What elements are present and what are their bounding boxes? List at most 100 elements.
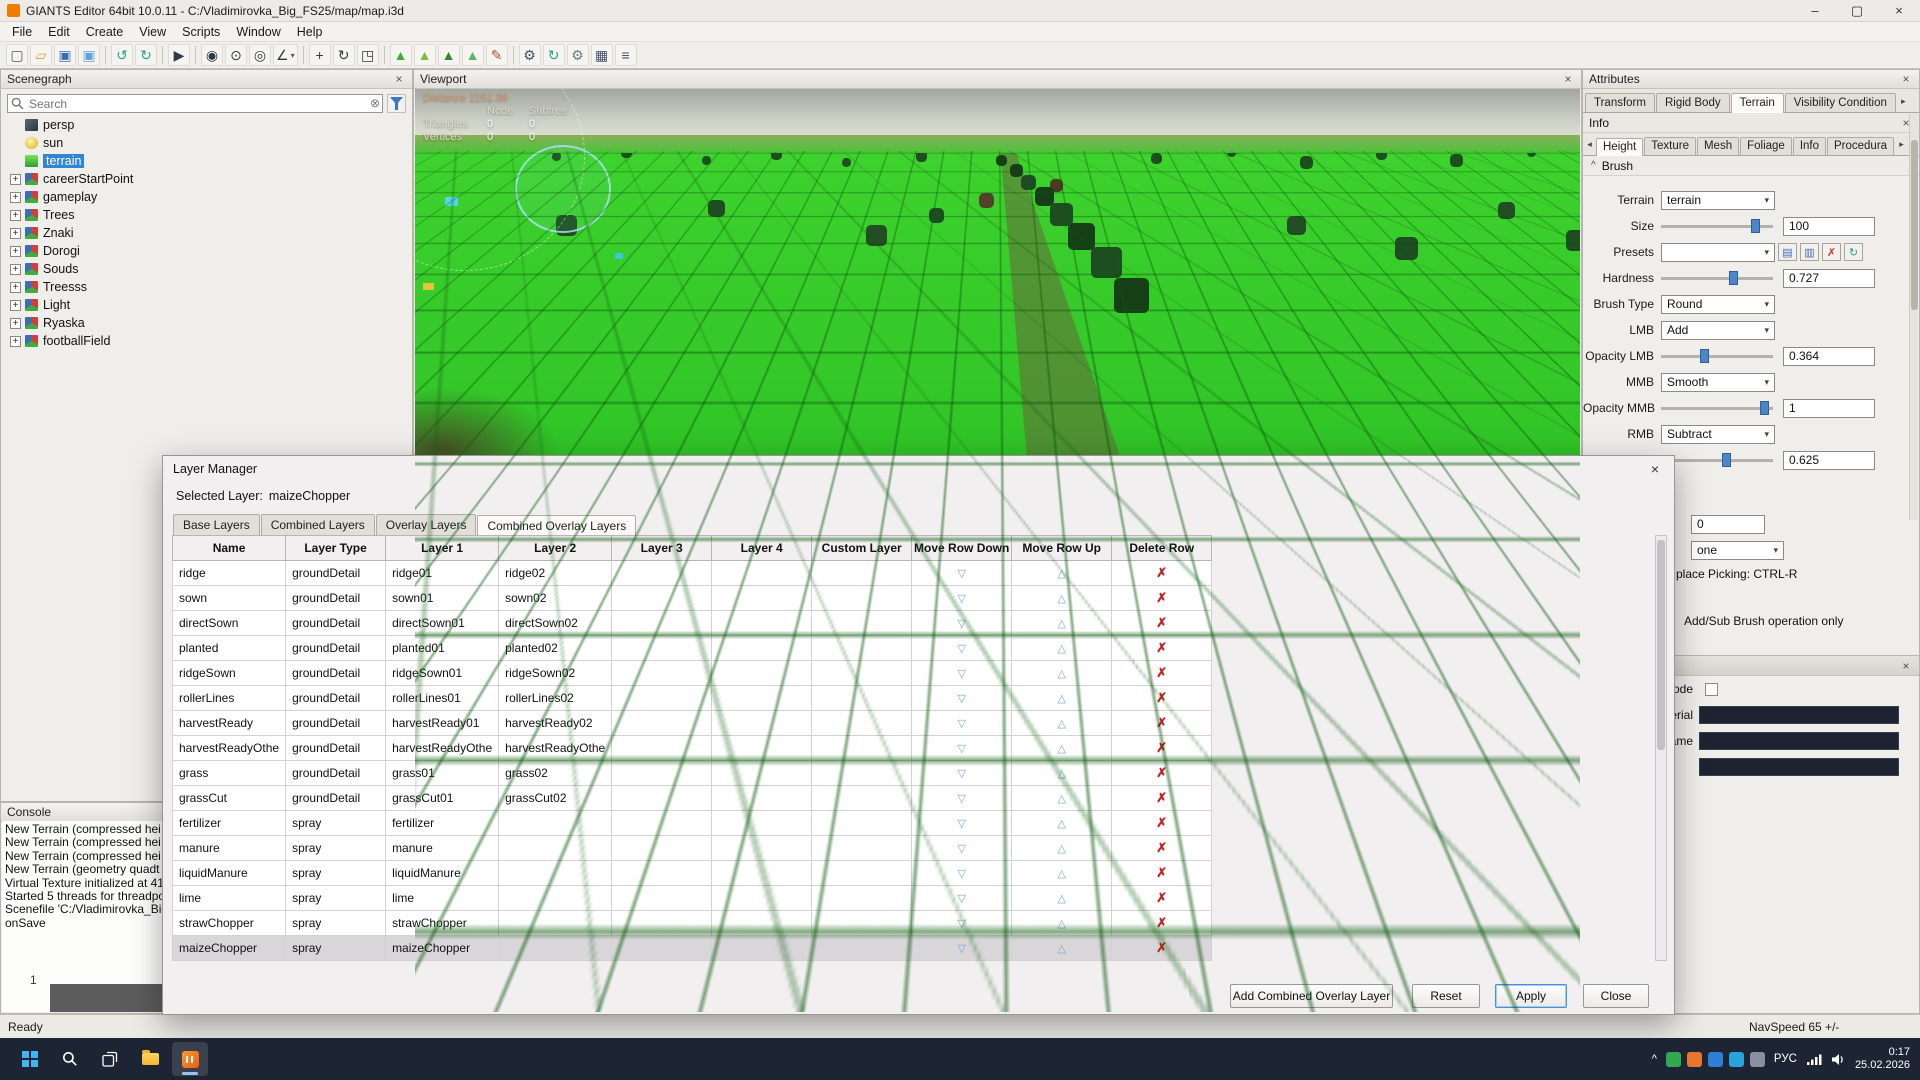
toolbar-terrain-flatten-button[interactable]: ▲: [438, 44, 460, 66]
move-row-up-icon[interactable]: △: [1057, 593, 1065, 605]
toolbar-options-button[interactable]: ≡: [615, 44, 637, 66]
table-row-manure[interactable]: manurespraymanure▽△✗: [173, 836, 1212, 861]
close-button[interactable]: Close: [1583, 984, 1649, 1008]
delete-row-icon[interactable]: ✗: [1156, 565, 1167, 580]
scenegraph-item-careerstartpoint[interactable]: +careerStartPoint: [1, 170, 412, 188]
terrain-dropdown[interactable]: terrain▾: [1661, 191, 1775, 210]
slider-thumb[interactable]: [1722, 453, 1731, 467]
move-row-down-icon[interactable]: ▽: [957, 818, 965, 830]
brush-section-bar[interactable]: ^ Brush: [1583, 156, 1919, 176]
delete-row-icon[interactable]: ✗: [1156, 815, 1167, 830]
giants-editor-taskbar-button[interactable]: [172, 1042, 208, 1076]
delete-row-icon[interactable]: ✗: [1156, 765, 1167, 780]
expand-icon[interactable]: +: [10, 192, 21, 203]
search-clear-icon[interactable]: ⊗: [370, 96, 380, 110]
minimize-button[interactable]: –: [1794, 0, 1836, 22]
move-row-up-icon[interactable]: △: [1057, 818, 1065, 830]
scenegraph-item-light[interactable]: +Light: [1, 296, 412, 314]
toolbar-terrain-smooth-button[interactable]: ▲: [414, 44, 436, 66]
opacity-lmb-slider[interactable]: [1661, 348, 1773, 364]
layers-tab-base-layers[interactable]: Base Layers: [173, 514, 260, 535]
table-row-grass[interactable]: grassgroundDetailgrass01grass02▽△✗: [173, 761, 1212, 786]
task-view-button[interactable]: [92, 1042, 128, 1076]
slider-thumb[interactable]: [1700, 349, 1709, 363]
dialog-close-icon[interactable]: ×: [1646, 461, 1664, 477]
taskbar-search-button[interactable]: [52, 1042, 88, 1076]
delete-row-icon[interactable]: ✗: [1156, 790, 1167, 805]
move-row-up-icon[interactable]: △: [1057, 893, 1065, 905]
slider-thumb[interactable]: [1729, 271, 1738, 285]
table-row-rollerlines[interactable]: rollerLinesgroundDetailrollerLines01roll…: [173, 686, 1212, 711]
scenegraph-item-gameplay[interactable]: +gameplay: [1, 188, 412, 206]
move-row-up-icon[interactable]: △: [1057, 843, 1065, 855]
expand-icon[interactable]: +: [10, 246, 21, 257]
subtab-foliage[interactable]: Foliage: [1740, 137, 1792, 155]
menu-view[interactable]: View: [131, 25, 174, 39]
move-row-up-icon[interactable]: △: [1057, 868, 1065, 880]
tray-icon-2[interactable]: [1687, 1052, 1702, 1067]
slider-thumb[interactable]: [1760, 401, 1769, 415]
move-row-down-icon[interactable]: ▽: [957, 768, 965, 780]
tray-icon-5[interactable]: [1750, 1052, 1765, 1067]
maximize-button[interactable]: ▢: [1836, 0, 1878, 22]
expand-icon[interactable]: +: [10, 228, 21, 239]
lmb-dropdown[interactable]: Add▾: [1661, 321, 1775, 340]
expand-icon[interactable]: +: [10, 264, 21, 275]
delete-row-icon[interactable]: ✗: [1156, 890, 1167, 905]
hardness-value[interactable]: 0.727: [1783, 269, 1875, 288]
scrollbar-thumb[interactable]: [1911, 140, 1918, 310]
delete-row-icon[interactable]: ✗: [1156, 590, 1167, 605]
move-row-down-icon[interactable]: ▽: [957, 918, 965, 930]
mmb-dropdown[interactable]: Smooth▾: [1661, 373, 1775, 392]
toolbar-new-file-button[interactable]: ▢: [6, 44, 28, 66]
mode-checkbox[interactable]: [1705, 683, 1718, 696]
layers-tab-combined-overlay-layers[interactable]: Combined Overlay Layers: [477, 515, 636, 536]
delete-row-icon[interactable]: ✗: [1156, 640, 1167, 655]
dark-field[interactable]: [1699, 758, 1899, 776]
reset-button[interactable]: Reset: [1412, 984, 1480, 1008]
delete-row-icon[interactable]: ✗: [1156, 665, 1167, 680]
chevron-right-icon[interactable]: ▸: [1895, 139, 1908, 155]
table-row-grasscut[interactable]: grassCutgroundDetailgrassCut01grassCut02…: [173, 786, 1212, 811]
search-input[interactable]: [7, 94, 383, 113]
attributes-close-icon[interactable]: ×: [1899, 72, 1913, 86]
toolbar-save-button[interactable]: ▣: [54, 44, 76, 66]
delete-row-icon[interactable]: ✗: [1156, 715, 1167, 730]
opacity-mmb-value[interactable]: 1: [1783, 399, 1875, 418]
subtab-procedura[interactable]: Procedura: [1827, 137, 1894, 155]
start-button[interactable]: [12, 1042, 48, 1076]
scenegraph-item-znaki[interactable]: +Znaki: [1, 224, 412, 242]
dark-field[interactable]: [1699, 732, 1899, 750]
brush-type-dropdown[interactable]: Round▾: [1661, 295, 1775, 314]
scenegraph-item-souds[interactable]: +Souds: [1, 260, 412, 278]
tab-transform[interactable]: Transform: [1585, 93, 1655, 112]
table-row-ridgesown[interactable]: ridgeSowngroundDetailridgeSown01ridgeSow…: [173, 661, 1212, 686]
subtab-mesh[interactable]: Mesh: [1697, 137, 1739, 155]
language-indicator[interactable]: РУС: [1774, 1053, 1797, 1065]
move-row-up-icon[interactable]: △: [1057, 768, 1065, 780]
expand-icon[interactable]: +: [10, 336, 21, 347]
move-row-up-icon[interactable]: △: [1057, 693, 1065, 705]
expand-icon[interactable]: +: [10, 282, 21, 293]
expand-icon[interactable]: +: [10, 210, 21, 221]
opacity-rmb-value[interactable]: 0.625: [1783, 451, 1875, 470]
move-row-up-icon[interactable]: △: [1057, 568, 1065, 580]
toolbar-refresh-scripts-button[interactable]: ↻: [543, 44, 565, 66]
toolbar-play-button[interactable]: ▶: [168, 44, 190, 66]
apply-button[interactable]: Apply: [1495, 984, 1567, 1008]
move-row-down-icon[interactable]: ▽: [957, 618, 965, 630]
expand-icon[interactable]: +: [10, 174, 21, 185]
hidden-icons-chevron[interactable]: ^: [1652, 1053, 1657, 1065]
table-row-lime[interactable]: limespraylime▽△✗: [173, 886, 1212, 911]
opacity-rmb-slider[interactable]: [1661, 452, 1773, 468]
table-row-liquidmanure[interactable]: liquidManuresprayliquidManure▽△✗: [173, 861, 1212, 886]
table-scrollbar[interactable]: [1655, 535, 1667, 961]
tray-icon-4[interactable]: [1729, 1052, 1744, 1067]
dialog-title-bar[interactable]: Layer Manager ×: [163, 456, 1674, 482]
toolbar-save-all-button[interactable]: ▣: [78, 44, 100, 66]
toolbar-open-folder-button[interactable]: ▱: [30, 44, 52, 66]
subtab-texture[interactable]: Texture: [1644, 137, 1696, 155]
size-slider[interactable]: [1661, 218, 1773, 234]
refresh-presets-button[interactable]: ↻: [1844, 243, 1863, 261]
attributes-scrollbar[interactable]: [1909, 114, 1918, 520]
